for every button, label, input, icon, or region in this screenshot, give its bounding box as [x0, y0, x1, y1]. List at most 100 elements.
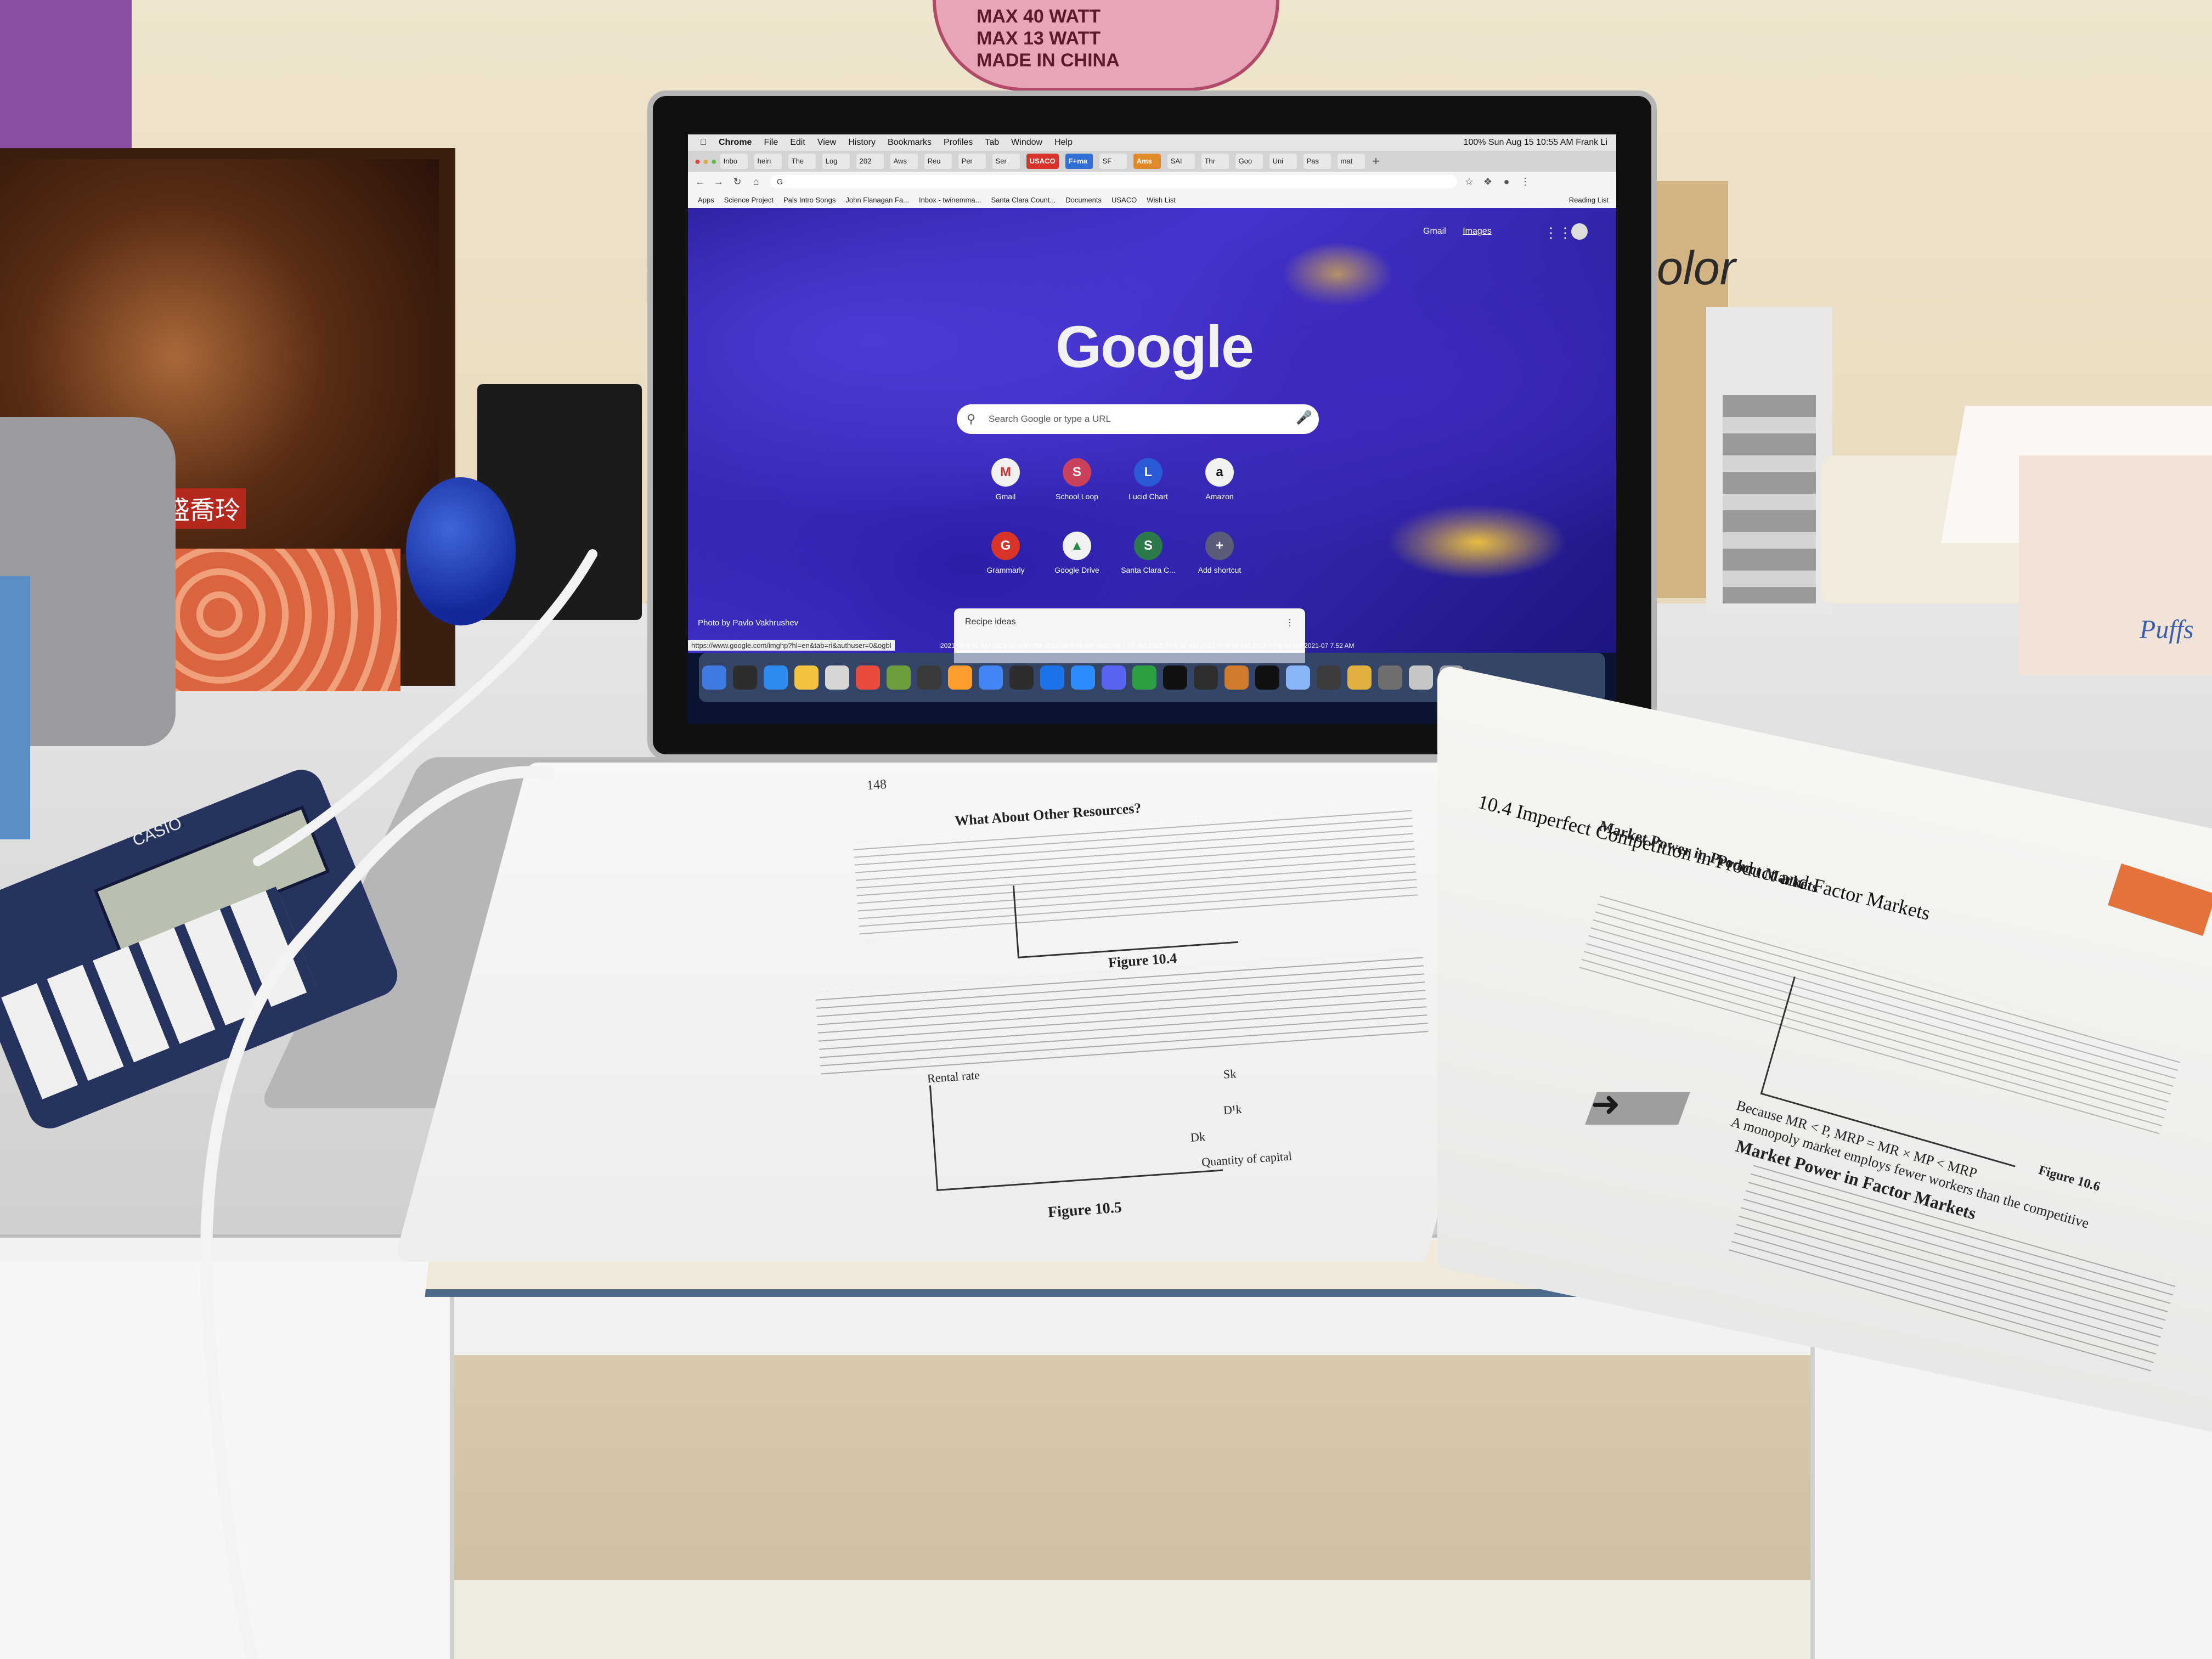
zoom-window-icon[interactable]: ●: [711, 156, 717, 167]
menu-item-edit[interactable]: Edit: [790, 138, 805, 148]
dock-app-icon[interactable]: [856, 665, 880, 690]
dock-app-icon[interactable]: [917, 665, 941, 690]
dock-app-icon[interactable]: [1040, 665, 1064, 690]
profile-icon[interactable]: ●: [1500, 175, 1513, 188]
menubar-status[interactable]: 100% Sun Aug 15 10:55 AM Frank Li: [1464, 138, 1607, 148]
dock-app-icon[interactable]: [1409, 665, 1433, 690]
shortcut-google-drive[interactable]: ▲ Google Drive: [1045, 532, 1109, 574]
bookmark-star-icon[interactable]: ☆: [1463, 175, 1476, 188]
dock-app-icon[interactable]: [825, 665, 849, 690]
dock-app-icon[interactable]: [1194, 665, 1218, 690]
bookmark-pals-intro-songs[interactable]: Pals Intro Songs: [783, 196, 836, 204]
shortcuts-row-1: M Gmail S School Loop L Lucid Chart a Am…: [973, 458, 1252, 501]
reading-list-button[interactable]: Reading List: [1569, 196, 1609, 204]
more-menu-icon[interactable]: ⋮: [1519, 175, 1532, 188]
images-link[interactable]: Images: [1463, 227, 1491, 236]
menu-item-view[interactable]: View: [817, 138, 836, 148]
browser-tab[interactable]: The: [788, 154, 816, 169]
browser-tab[interactable]: hein: [754, 154, 782, 169]
bookmark-john-flanagan[interactable]: John Flanagan Fa...: [845, 196, 909, 204]
menu-item-window[interactable]: Window: [1011, 138, 1042, 148]
shortcut-lucid-chart[interactable]: L Lucid Chart: [1116, 458, 1181, 501]
baseboard: [450, 1580, 1810, 1659]
apple-icon[interactable]: : [700, 138, 707, 148]
bookmark-usaco[interactable]: USACO: [1111, 196, 1137, 204]
dock-app-icon[interactable]: [1378, 665, 1402, 690]
bookmark-wish-list[interactable]: Wish List: [1147, 196, 1176, 204]
dock-app-icon[interactable]: [1132, 665, 1156, 690]
browser-tab[interactable]: Uni: [1269, 154, 1297, 169]
minimize-window-icon[interactable]: ●: [703, 156, 709, 167]
shortcut-amazon[interactable]: a Amazon: [1187, 458, 1252, 501]
dock-app-icon[interactable]: [764, 665, 788, 690]
address-bar[interactable]: G: [770, 175, 1457, 188]
forward-icon[interactable]: →: [712, 175, 725, 188]
browser-tab[interactable]: mat: [1337, 154, 1365, 169]
new-tab-icon[interactable]: +: [1373, 154, 1380, 168]
menu-item-bookmarks[interactable]: Bookmarks: [888, 138, 932, 148]
back-icon[interactable]: ←: [693, 175, 707, 188]
browser-toolbar: ← → ↻ ⌂ G ☆ ❖ ● ⋮: [688, 172, 1616, 191]
reload-icon[interactable]: ↻: [731, 175, 744, 188]
dock-app-icon[interactable]: [702, 665, 726, 690]
dock-app-icon[interactable]: [1286, 665, 1310, 690]
extensions-icon[interactable]: ❖: [1481, 175, 1494, 188]
card-more-icon[interactable]: ⋮: [1285, 617, 1294, 628]
browser-tab[interactable]: Pas: [1303, 154, 1331, 169]
dock-app-icon[interactable]: [948, 665, 972, 690]
left-page-number: 148: [866, 777, 887, 793]
menu-item-help[interactable]: Help: [1054, 138, 1073, 148]
shortcut-add[interactable]: + Add shortcut: [1187, 532, 1252, 574]
photo-credit-link[interactable]: Photo by Pavlo Vakhrushev: [698, 618, 798, 628]
dock-app-icon[interactable]: [979, 665, 1003, 690]
dock-app-icon[interactable]: [1102, 665, 1126, 690]
shortcut-santa-clara[interactable]: S Santa Clara C...: [1116, 532, 1181, 574]
browser-tab[interactable]: Per: [958, 154, 986, 169]
search-icon: ⚲: [967, 412, 976, 426]
browser-tab[interactable]: SF: [1099, 154, 1127, 169]
menu-app-name[interactable]: Chrome: [719, 138, 752, 148]
bookmark-inbox[interactable]: Inbox - twinemma...: [919, 196, 981, 204]
browser-tab[interactable]: Log: [822, 154, 850, 169]
bookmark-documents[interactable]: Documents: [1065, 196, 1102, 204]
browser-tab[interactable]: Aws: [890, 154, 918, 169]
browser-tab[interactable]: Thr: [1201, 154, 1229, 169]
dock-app-icon[interactable]: [1347, 665, 1372, 690]
dock-app-icon[interactable]: [1317, 665, 1341, 690]
browser-tab[interactable]: Inbo: [720, 154, 748, 169]
shortcut-school-loop[interactable]: S School Loop: [1045, 458, 1109, 501]
search-input[interactable]: Search Google or type a URL: [957, 404, 1319, 434]
bookmark-apps[interactable]: Apps: [698, 196, 714, 204]
dock-app-icon[interactable]: [1255, 665, 1279, 690]
dock-app-icon[interactable]: [794, 665, 819, 690]
browser-tab[interactable]: Ser: [992, 154, 1020, 169]
browser-tab[interactable]: 202: [856, 154, 884, 169]
dock-app-icon[interactable]: [1009, 665, 1034, 690]
dock-app-icon[interactable]: [1224, 665, 1249, 690]
browser-tab[interactable]: SAI: [1167, 154, 1195, 169]
browser-tab[interactable]: F+ma: [1065, 154, 1093, 169]
bookmark-science-project[interactable]: Science Project: [724, 196, 774, 204]
dock-app-icon[interactable]: [887, 665, 911, 690]
home-icon[interactable]: ⌂: [749, 175, 763, 188]
menu-item-profiles[interactable]: Profiles: [944, 138, 973, 148]
browser-tab[interactable]: Ams: [1133, 154, 1161, 169]
dock-app-icon[interactable]: [1163, 665, 1187, 690]
shortcut-label: Google Drive: [1054, 566, 1099, 574]
close-window-icon[interactable]: ●: [695, 156, 701, 167]
menu-item-history[interactable]: History: [848, 138, 876, 148]
browser-tab[interactable]: Goo: [1235, 154, 1263, 169]
browser-tab[interactable]: USACO: [1026, 154, 1059, 169]
shortcut-grammarly[interactable]: G Grammarly: [973, 532, 1038, 574]
dock-app-icon[interactable]: [733, 665, 757, 690]
shortcut-gmail[interactable]: M Gmail: [973, 458, 1038, 501]
microphone-icon[interactable]: 🎤: [1296, 410, 1312, 426]
menu-item-tab[interactable]: Tab: [985, 138, 999, 148]
gmail-link[interactable]: Gmail: [1423, 227, 1446, 236]
bookmark-santa-clara[interactable]: Santa Clara Count...: [991, 196, 1056, 204]
dock-app-icon[interactable]: [1071, 665, 1095, 690]
browser-tab[interactable]: Reu: [924, 154, 952, 169]
menu-item-file[interactable]: File: [764, 138, 778, 148]
patterned-box: [165, 549, 400, 691]
account-avatar[interactable]: [1571, 223, 1588, 240]
